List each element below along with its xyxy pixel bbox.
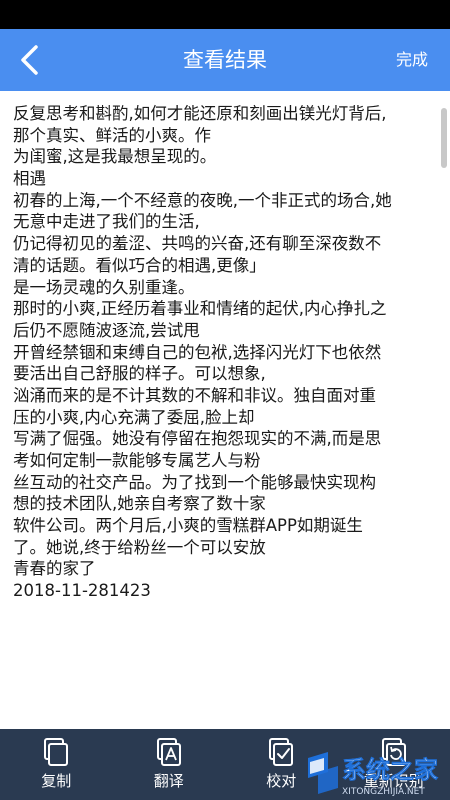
done-button[interactable]: 完成 (396, 50, 428, 70)
text-line: 青春的家了 (13, 559, 96, 579)
copy-label: 复制 (41, 772, 72, 790)
text-line: 清的话题。看似巧合的相遇,更像」 (13, 255, 266, 275)
proofread-icon (266, 737, 296, 767)
text-line: 写满了倔强。她没有停留在抱怨现实的不满,而是思 (13, 429, 382, 449)
header-bar: 查看结果 完成 (0, 29, 450, 91)
rescan-label: 重新识别 (363, 772, 424, 790)
bottom-toolbar: 复制 翻译 校对 重新识别 (0, 729, 450, 800)
text-line: 想的技术团队,她亲自考察了数十家 (13, 494, 266, 514)
text-line: 那个真实、鲜活的小爽。作 (13, 125, 211, 145)
scroll-indicator[interactable] (441, 108, 447, 168)
translate-icon (154, 737, 184, 767)
text-line: 2018-11-281423 (13, 581, 151, 601)
back-arrow-icon (21, 45, 38, 75)
proofread-button[interactable]: 校对 (225, 729, 338, 800)
text-line: 丝互动的社交产品。为了找到一个能够最快实现构 (13, 472, 376, 492)
copy-icon (41, 737, 71, 767)
translate-label: 翻译 (153, 772, 184, 790)
status-bar (0, 0, 450, 29)
text-line: 反复思考和斟酌,如何才能还原和刻画出镁光灯背后, (13, 104, 387, 123)
text-line: 初春的上海,一个不经意的夜晚,一个非正式的场合,她 (13, 190, 392, 210)
text-line: 了。她说,终于给粉丝一个可以安放 (13, 537, 266, 557)
text-line: 要活出自己舒服的样子。可以想象, (13, 364, 266, 384)
text-line: 开曾经禁锢和束缚自己的包袱,选择闪光灯下也依然 (13, 342, 382, 362)
rescan-button[interactable]: 重新识别 (338, 729, 450, 800)
text-line: 后仍不愿随波逐流,尝试甩 (13, 320, 200, 340)
back-button[interactable] (14, 41, 48, 79)
rescan-icon (379, 737, 409, 767)
copy-button[interactable]: 复制 (0, 729, 113, 800)
proofread-label: 校对 (266, 772, 297, 790)
text-line: 压的小爽,内心充满了委屈,脸上却 (13, 407, 255, 427)
page-title: 查看结果 (183, 48, 267, 72)
text-line: 软件公司。两个月后,小爽的雪糕群APP如期诞生 (13, 516, 363, 536)
recognized-text[interactable]: 反复思考和斟酌,如何才能还原和刻画出镁光灯背后, 那个真实、鲜活的小爽。作 为闺… (13, 103, 441, 602)
text-line: 仍记得初见的羞涩、共鸣的兴奋,还有聊至深夜数不 (13, 234, 382, 254)
text-line: 相遇 (13, 169, 46, 189)
text-line: 为闺蜜,这是我最想呈现的。 (13, 147, 217, 167)
translate-button[interactable]: 翻译 (113, 729, 226, 800)
text-line: 汹涌而来的是不计其数的不解和非议。独自面对重 (13, 385, 376, 405)
text-line: 是一场灵魂的久别重逢。 (13, 277, 195, 297)
text-line: 无意中走进了我们的生活, (13, 212, 200, 232)
text-line: 考如何定制一款能够专属艺人与粉 (13, 451, 261, 470)
text-line: 那时的小爽,正经历着事业和情绪的起伏,内心挣扎之 (13, 299, 387, 319)
